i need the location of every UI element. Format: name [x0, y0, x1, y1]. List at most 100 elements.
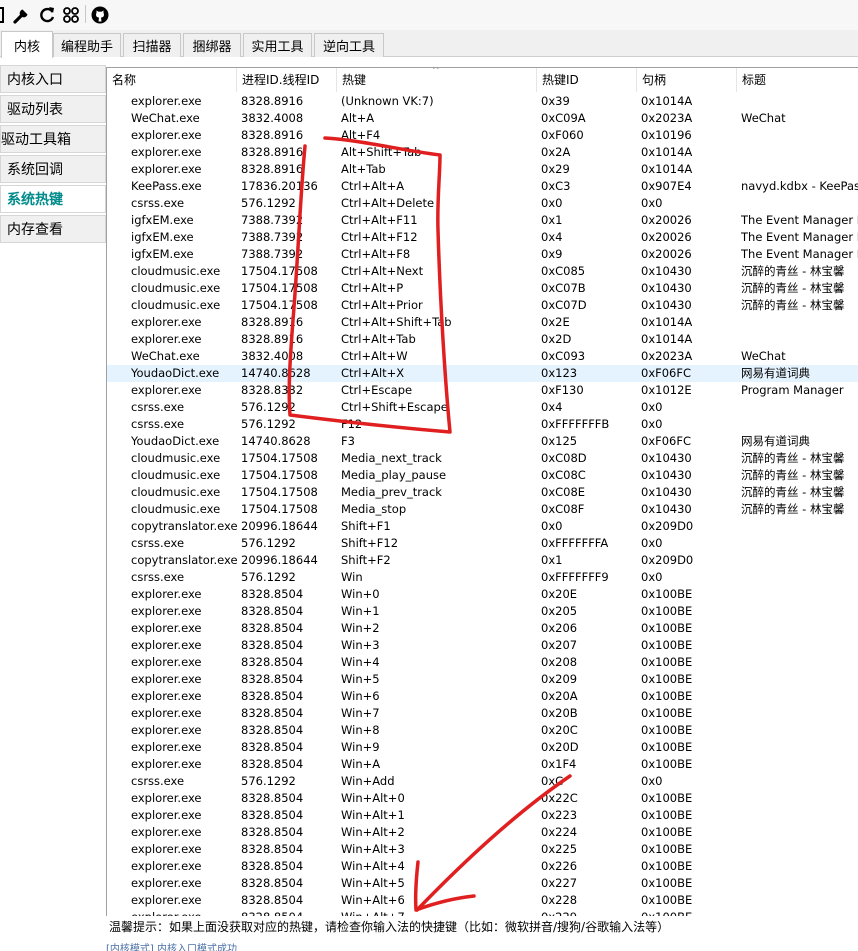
sidebar-item-system-hotkeys[interactable]: 系统热键 — [0, 185, 106, 213]
cell-window-title — [741, 144, 858, 161]
cell-window-title: 网易有道词典 — [741, 366, 810, 380]
table-row[interactable]: csrss.exe 576.1292 Ctrl+Alt+Delete 0x0 0x0 — [107, 195, 858, 212]
table-row[interactable]: cloudmusic.exe 17504.17508 Ctrl+Alt+Next 0x… — [107, 263, 858, 280]
cell-pid-tid: 14740.8628 — [241, 434, 311, 448]
table-row[interactable]: KeePass.exe 17836.20136 Ctrl+Alt+A 0xC3 0x90… — [107, 178, 858, 195]
tab-programming-helper[interactable]: 编程助手 — [53, 33, 121, 57]
cell-pid-tid: 8328.8504 — [241, 842, 304, 856]
refresh-button[interactable] — [36, 4, 58, 26]
cell-handle: 0x1012E — [641, 383, 692, 397]
table-row[interactable]: YoudaoDict.exe 14740.8628 Ctrl+Alt+X 0x123 0… — [107, 365, 858, 382]
status-text: [内核模式] 内核入口模式成功 — [106, 944, 237, 951]
sidebar-item-driver-toolbox[interactable]: 驱动工具箱 — [0, 125, 106, 153]
grid-button[interactable] — [60, 4, 82, 26]
cell-handle: 0x10430 — [641, 485, 692, 499]
table-row[interactable]: explorer.exe 8328.8504 Win+2 0x206 0x100BE — [107, 620, 858, 637]
table-row[interactable]: explorer.exe 8328.8504 Win+Alt+7 0x229 0x100… — [107, 909, 858, 916]
table-row[interactable]: explorer.exe 8328.8504 Win+Alt+2 0x224 0x100… — [107, 824, 858, 841]
table-row[interactable]: cloudmusic.exe 17504.17508 Ctrl+Alt+Prior 0… — [107, 297, 858, 314]
cell-process-name: cloudmusic.exe — [131, 298, 221, 312]
tip-text: 温馨提示：如果上面没获取对应的热键，请检查你输入法的快捷键（比如：微软拼音/搜狗… — [106, 917, 858, 937]
column-header-handle[interactable]: 句柄 — [637, 68, 737, 92]
column-header-title[interactable]: 标题 — [737, 68, 858, 92]
table-row[interactable]: copytranslator.exe 20996.18644 Shift+F1 0x0… — [107, 518, 858, 535]
sidebar-item-kernel-entry[interactable]: 内核入口 — [0, 65, 106, 93]
table-row[interactable]: explorer.exe 8328.8504 Win+8 0x20C 0x100BE — [107, 722, 858, 739]
table-row[interactable]: igfxEM.exe 7388.7392 Ctrl+Alt+F11 0x1 0x2002… — [107, 212, 858, 229]
cell-window-title — [741, 195, 858, 212]
github-button[interactable] — [89, 4, 111, 26]
toolbar-edge-button[interactable] — [0, 4, 6, 26]
table-row[interactable]: explorer.exe 8328.8504 Win+0 0x20E 0x100BE — [107, 586, 858, 603]
table-row[interactable]: igfxEM.exe 7388.7392 Ctrl+Alt+F8 0x9 0x20026… — [107, 246, 858, 263]
tab-utilities[interactable]: 实用工具 — [243, 33, 312, 57]
cell-handle: 0x100BE — [641, 859, 693, 873]
table-row[interactable]: cloudmusic.exe 17504.17508 Ctrl+Alt+P 0xC07… — [107, 280, 858, 297]
table-row[interactable]: explorer.exe 8328.8916 Ctrl+Alt+Tab 0x2D 0x1… — [107, 331, 858, 348]
cell-handle: 0x1014A — [641, 162, 693, 176]
table-row[interactable]: WeChat.exe 3832.4008 Alt+A 0xC09A 0x2023A WeC… — [107, 110, 858, 127]
table-row[interactable]: cloudmusic.exe 17504.17508 Media_prev_trac… — [107, 484, 858, 501]
table-row[interactable]: explorer.exe 8328.8916 Alt+Shift+Tab 0x2A 0x… — [107, 144, 858, 161]
cell-hotkey-id: 0xF060 — [541, 128, 584, 142]
cell-window-title — [741, 399, 858, 416]
table-row[interactable]: explorer.exe 8328.8504 Win+4 0x208 0x100BE — [107, 654, 858, 671]
tab-binder[interactable]: 捆绑器 — [183, 33, 241, 57]
table-row[interactable]: csrss.exe 576.1292 F12 0xFFFFFFFB 0x0 — [107, 416, 858, 433]
table-row[interactable]: explorer.exe 8328.8504 Win+Alt+6 0x228 0x100… — [107, 892, 858, 909]
table-row[interactable]: explorer.exe 8328.8504 Win+3 0x207 0x100BE — [107, 637, 858, 654]
cell-handle: 0x100BE — [641, 723, 693, 737]
table-row[interactable]: explorer.exe 8328.8916 (Unknown VK:7) 0x39 0… — [107, 93, 858, 110]
sidebar-item-memory-view[interactable]: 内存查看 — [0, 215, 106, 243]
table-row[interactable]: csrss.exe 576.1292 Win 0xFFFFFFF9 0x0 — [107, 569, 858, 586]
table-row[interactable]: cloudmusic.exe 17504.17508 Media_play_paus… — [107, 467, 858, 484]
table-row[interactable]: explorer.exe 8328.8504 Win+7 0x20B 0x100BE — [107, 705, 858, 722]
table-row[interactable]: copytranslator.exe 20996.18644 Shift+F2 0x1… — [107, 552, 858, 569]
table-row[interactable]: explorer.exe 8328.8504 Win+Alt+5 0x227 0x100… — [107, 875, 858, 892]
table-row[interactable]: explorer.exe 8328.8504 Win+5 0x209 0x100BE — [107, 671, 858, 688]
cell-window-title — [741, 314, 858, 331]
column-header-pid-tid[interactable]: 进程ID.线程ID — [237, 68, 337, 92]
cell-hotkey-id: 0x205 — [541, 604, 578, 618]
table-row[interactable]: csrss.exe 576.1292 Shift+F12 0xFFFFFFFA 0x0 — [107, 535, 858, 552]
table-row[interactable]: igfxEM.exe 7388.7392 Ctrl+Alt+F12 0x4 0x2002… — [107, 229, 858, 246]
tab-reverse-tools[interactable]: 逆向工具 — [314, 33, 384, 57]
cell-pid-tid: 8328.8504 — [241, 723, 304, 737]
table-row[interactable]: csrss.exe 576.1292 Win+Add 0xC 0x0 — [107, 773, 858, 790]
cell-pid-tid: 576.1292 — [241, 417, 296, 431]
table-row[interactable]: explorer.exe 8328.8504 Win+Alt+0 0x22C 0x100… — [107, 790, 858, 807]
table-row[interactable]: explorer.exe 8328.8504 Win+6 0x20A 0x100BE — [107, 688, 858, 705]
cell-handle: 0x0 — [641, 400, 663, 414]
table-row[interactable]: explorer.exe 8328.8504 Win+A 0x1F4 0x100BE — [107, 756, 858, 773]
table-row[interactable]: csrss.exe 576.1292 Ctrl+Shift+Escape 0x4 0x0 — [107, 399, 858, 416]
table-row[interactable]: YoudaoDict.exe 14740.8628 F3 0x125 0xF06FC 网易… — [107, 433, 858, 450]
tab-scanner[interactable]: 扫描器 — [123, 33, 181, 57]
table-row[interactable]: explorer.exe 8328.8916 Alt+Tab 0x29 0x1014A — [107, 161, 858, 178]
column-header-name[interactable]: 名称 — [107, 68, 237, 92]
cell-window-title — [741, 671, 858, 688]
sidebar-item-system-callbacks[interactable]: 系统回调 — [0, 155, 106, 183]
cell-process-name: copytranslator.exe — [131, 519, 237, 533]
cell-hotkey-id: 0x1 — [541, 213, 563, 227]
column-header-hotkey-id[interactable]: 热键ID — [537, 68, 637, 92]
table-row[interactable]: cloudmusic.exe 17504.17508 Media_next_trac… — [107, 450, 858, 467]
table-row[interactable]: explorer.exe 8328.8504 Win+1 0x205 0x100BE — [107, 603, 858, 620]
tab-kernel[interactable]: 内核 — [1, 31, 53, 58]
cell-hotkey-id: 0x2A — [541, 145, 571, 159]
wrench-button[interactable] — [11, 4, 33, 26]
cell-window-title — [741, 127, 858, 144]
table-row[interactable]: explorer.exe 8328.8332 Ctrl+Escape 0xF130 0x… — [107, 382, 858, 399]
table-row[interactable]: cloudmusic.exe 17504.17508 Media_stop 0xC08… — [107, 501, 858, 518]
table-row[interactable]: explorer.exe 8328.8504 Win+Alt+4 0x226 0x100… — [107, 858, 858, 875]
cell-hotkey: Shift+F12 — [341, 536, 399, 550]
table-row[interactable]: explorer.exe 8328.8504 Win+Alt+3 0x225 0x100… — [107, 841, 858, 858]
cell-pid-tid: 17504.17508 — [241, 485, 318, 499]
cell-handle: 0x100BE — [641, 587, 693, 601]
table-row[interactable]: explorer.exe 8328.8916 Ctrl+Alt+Shift+Tab 0… — [107, 314, 858, 331]
table-row[interactable]: explorer.exe 8328.8916 Alt+F4 0xF060 0x10196 — [107, 127, 858, 144]
table-row[interactable]: explorer.exe 8328.8504 Win+9 0x20D 0x100BE — [107, 739, 858, 756]
table-row[interactable]: WeChat.exe 3832.4008 Ctrl+Alt+W 0xC093 0x202… — [107, 348, 858, 365]
table-row[interactable]: explorer.exe 8328.8504 Win+Alt+1 0x223 0x100… — [107, 807, 858, 824]
sidebar-item-driver-list[interactable]: 驱动列表 — [0, 95, 106, 123]
cell-pid-tid: 14740.8628 — [241, 366, 311, 380]
